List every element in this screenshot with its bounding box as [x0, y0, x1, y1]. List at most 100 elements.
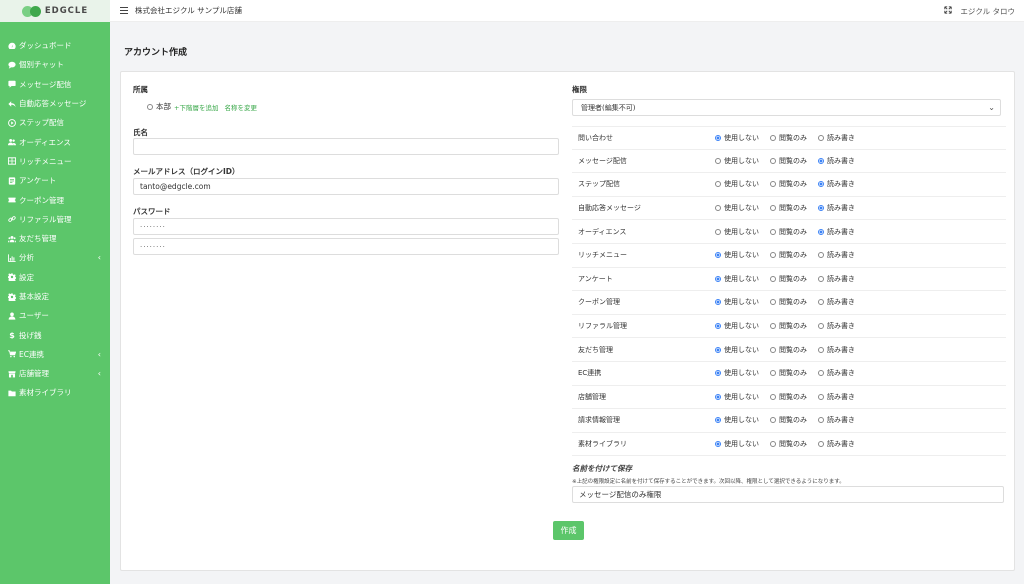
permission-radio[interactable]	[715, 205, 721, 212]
sidebar-item[interactable]: 個別チャット	[0, 55, 110, 74]
permission-radio[interactable]	[818, 346, 824, 353]
permission-radio[interactable]	[818, 417, 824, 424]
permission-radio[interactable]	[770, 299, 776, 306]
permission-option[interactable]: 読み書き	[818, 156, 855, 166]
permission-option[interactable]: 読み書き	[818, 297, 855, 307]
permission-radio[interactable]	[818, 393, 824, 400]
permission-radio[interactable]	[715, 299, 721, 306]
permission-radio[interactable]	[715, 346, 721, 353]
sidebar-item[interactable]: 友だち管理	[0, 229, 110, 248]
permission-option[interactable]: 使用しない	[715, 415, 759, 425]
permission-option[interactable]: 閲覧のみ	[770, 415, 807, 425]
sidebar-item[interactable]: 店舗管理 ‹	[0, 364, 110, 383]
permission-option[interactable]: 閲覧のみ	[770, 274, 807, 284]
sidebar-item[interactable]: 基本設定	[0, 287, 110, 306]
permission-option[interactable]: 閲覧のみ	[770, 133, 807, 143]
permission-option[interactable]: 使用しない	[715, 250, 759, 260]
permission-option[interactable]: 読み書き	[818, 392, 855, 402]
permission-radio[interactable]	[818, 275, 824, 282]
menu-toggle-icon[interactable]	[120, 7, 128, 14]
name-field[interactable]	[133, 138, 559, 155]
permission-radio[interactable]	[770, 205, 776, 212]
sidebar-item[interactable]: $ 投げ銭	[0, 325, 110, 344]
permission-option[interactable]: 読み書き	[818, 274, 855, 284]
permission-radio[interactable]	[715, 228, 721, 235]
permission-radio[interactable]	[715, 181, 721, 188]
user-name[interactable]: エジクル タロウ	[960, 6, 1015, 17]
permission-radio[interactable]	[818, 441, 824, 448]
permission-radio[interactable]	[770, 134, 776, 141]
sidebar-item[interactable]: クーポン管理	[0, 190, 110, 209]
permission-option[interactable]: 使用しない	[715, 439, 759, 449]
permission-option[interactable]: 使用しない	[715, 321, 759, 331]
permission-radio[interactable]	[818, 181, 824, 188]
fullscreen-icon[interactable]	[944, 6, 953, 16]
permission-radio[interactable]	[818, 252, 824, 259]
permission-option[interactable]: 使用しない	[715, 274, 759, 284]
permission-option[interactable]: 使用しない	[715, 297, 759, 307]
permission-radio[interactable]	[770, 323, 776, 330]
permission-option[interactable]: 読み書き	[818, 415, 855, 425]
sidebar-item[interactable]: ダッシュボード	[0, 36, 110, 55]
sidebar-item[interactable]: 設定	[0, 268, 110, 287]
sidebar-item[interactable]: 自動応答メッセージ	[0, 94, 110, 113]
permission-option[interactable]: 読み書き	[818, 133, 855, 143]
permission-radio[interactable]	[770, 370, 776, 377]
permission-option[interactable]: 使用しない	[715, 133, 759, 143]
permission-radio[interactable]	[715, 441, 721, 448]
sidebar-item[interactable]: 分析 ‹	[0, 248, 110, 267]
permission-option[interactable]: 閲覧のみ	[770, 156, 807, 166]
permission-radio[interactable]	[715, 134, 721, 141]
add-sub-level-link[interactable]: +下階層を追加	[174, 102, 218, 112]
permission-option[interactable]: 読み書き	[818, 321, 855, 331]
permission-option[interactable]: 使用しない	[715, 227, 759, 237]
permission-radio[interactable]	[818, 299, 824, 306]
password-field[interactable]: ········	[133, 218, 559, 235]
permission-radio[interactable]	[818, 228, 824, 235]
permission-radio[interactable]	[818, 157, 824, 164]
permission-option[interactable]: 閲覧のみ	[770, 179, 807, 189]
permission-option[interactable]: 閲覧のみ	[770, 250, 807, 260]
affiliation-radio[interactable]	[147, 103, 153, 110]
permission-radio[interactable]	[715, 252, 721, 259]
permission-radio[interactable]	[770, 252, 776, 259]
permission-radio[interactable]	[715, 275, 721, 282]
permission-option[interactable]: 閲覧のみ	[770, 227, 807, 237]
sidebar-item[interactable]: EC連携 ‹	[0, 345, 110, 364]
permission-option[interactable]: 読み書き	[818, 227, 855, 237]
permission-option[interactable]: 読み書き	[818, 250, 855, 260]
password-confirm-field[interactable]: ········	[133, 238, 559, 255]
create-button[interactable]: 作成	[553, 521, 584, 540]
sidebar-item[interactable]: ユーザー	[0, 306, 110, 325]
permission-option[interactable]: 読み書き	[818, 345, 855, 355]
email-field[interactable]: tanto@edgcle.com	[133, 178, 559, 195]
permission-radio[interactable]	[715, 323, 721, 330]
sidebar-item[interactable]: メッセージ配信	[0, 75, 110, 94]
logo[interactable]: EDGCLE	[0, 0, 110, 22]
permission-radio[interactable]	[770, 393, 776, 400]
permission-option[interactable]: 読み書き	[818, 203, 855, 213]
permission-option[interactable]: 閲覧のみ	[770, 392, 807, 402]
permission-radio[interactable]	[770, 275, 776, 282]
permission-radio[interactable]	[770, 441, 776, 448]
permission-radio[interactable]	[715, 157, 721, 164]
sidebar-item[interactable]: ステップ配信	[0, 113, 110, 132]
permission-option[interactable]: 閲覧のみ	[770, 368, 807, 378]
permission-option[interactable]: 閲覧のみ	[770, 297, 807, 307]
permission-name-field[interactable]: メッセージ配信のみ権限	[572, 486, 1004, 503]
permission-option[interactable]: 読み書き	[818, 439, 855, 449]
permission-radio[interactable]	[818, 134, 824, 141]
permission-radio[interactable]	[715, 417, 721, 424]
permission-radio[interactable]	[715, 393, 721, 400]
permission-radio[interactable]	[770, 417, 776, 424]
permission-option[interactable]: 使用しない	[715, 345, 759, 355]
sidebar-item[interactable]: アンケート	[0, 171, 110, 190]
permission-radio[interactable]	[770, 228, 776, 235]
sidebar-item[interactable]: リッチメニュー	[0, 152, 110, 171]
permission-option[interactable]: 読み書き	[818, 179, 855, 189]
role-select[interactable]: 管理者(編集不可) ⌄	[572, 99, 1001, 116]
permission-option[interactable]: 閲覧のみ	[770, 321, 807, 331]
permission-option[interactable]: 閲覧のみ	[770, 439, 807, 449]
permission-option[interactable]: 使用しない	[715, 156, 759, 166]
permission-option[interactable]: 閲覧のみ	[770, 345, 807, 355]
